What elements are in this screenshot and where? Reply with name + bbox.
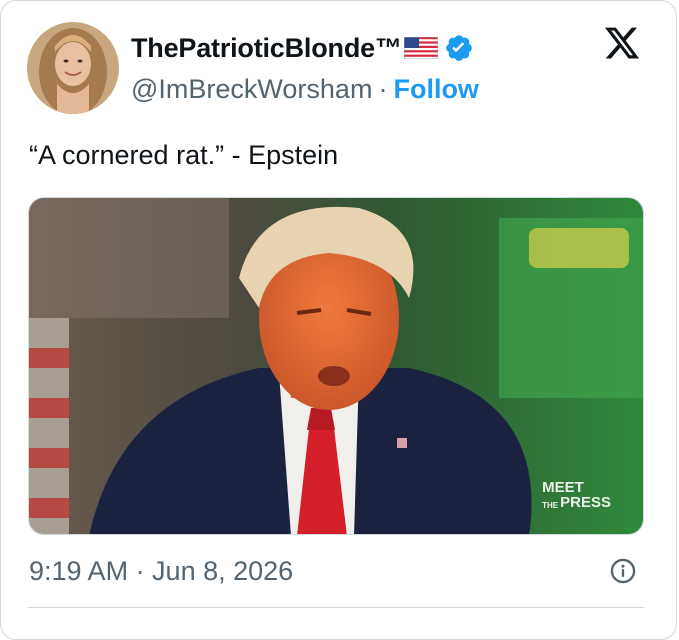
separator-dot: · — [378, 73, 388, 104]
verified-badge-icon[interactable] — [444, 33, 474, 63]
follow-button[interactable]: Follow — [393, 74, 478, 105]
x-logo-icon[interactable] — [602, 24, 642, 62]
author-handle[interactable]: @ImBreckWorsham — [131, 74, 372, 105]
author-avatar[interactable] — [27, 22, 119, 114]
watermark-line2: PRESS — [560, 494, 611, 511]
watermark-line1: MEET — [542, 479, 584, 496]
author-display-name[interactable]: ThePatrioticBlonde — [131, 33, 375, 64]
watermark-small: THE — [542, 501, 559, 510]
us-flag-icon — [403, 36, 439, 60]
tweet-media-image[interactable]: MEET THE PRESS — [28, 197, 644, 535]
tweet-text: “A cornered rat.” - Epstein — [29, 140, 339, 170]
divider — [28, 607, 644, 608]
info-icon[interactable] — [609, 557, 637, 585]
author-handle-row: @ImBreckWorsham · Follow — [131, 72, 479, 106]
trademark-symbol: ™ — [374, 32, 402, 63]
author-name-row[interactable]: ThePatrioticBlonde ™ — [131, 30, 474, 66]
avatar-image — [27, 22, 119, 114]
tweet-timestamp[interactable]: 9:19 AM · Jun 8, 2026 — [29, 556, 293, 587]
meet-the-press-watermark: MEET THE PRESS — [542, 480, 611, 510]
